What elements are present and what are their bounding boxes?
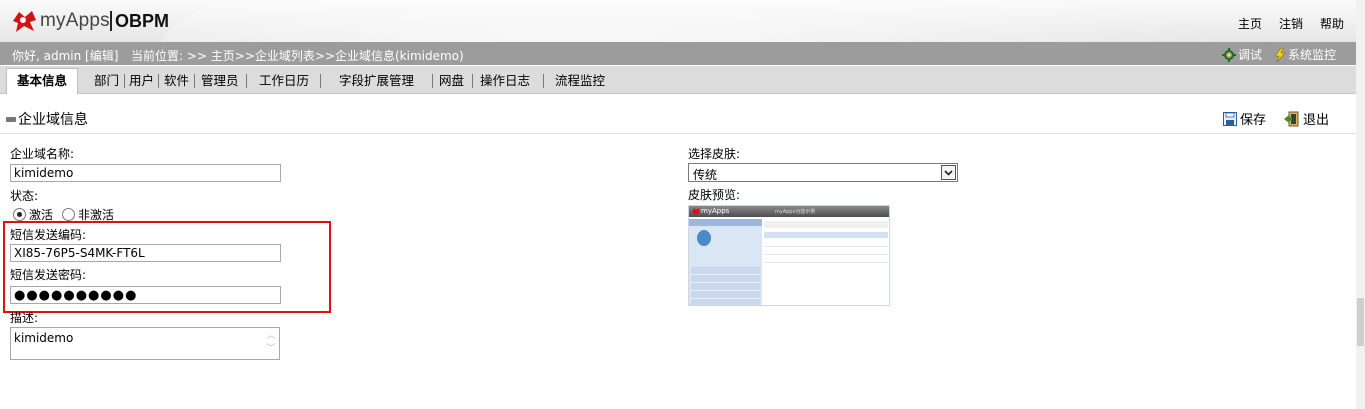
brand-separator [110, 11, 112, 31]
preview-table-line [764, 246, 888, 247]
tab-separator [543, 74, 544, 88]
skin-preview-label: 皮肤预览: [688, 188, 741, 202]
section-title: 企业域信息 [6, 109, 88, 129]
logo-icon [13, 11, 36, 32]
tab-separator [432, 74, 433, 88]
preview-menu-row [691, 291, 760, 299]
preview-menu-row [691, 275, 760, 283]
lightning-icon [1274, 47, 1286, 62]
tab-basic-info[interactable]: 基本信息 [6, 68, 79, 94]
status-active-radio[interactable] [13, 208, 26, 221]
logout-link[interactable]: 注销 [1279, 15, 1303, 32]
top-links: 主页 注销 帮助 [1238, 15, 1344, 32]
tab-separator [158, 74, 159, 88]
help-link[interactable]: 帮助 [1320, 15, 1344, 32]
tab-process-monitor[interactable]: 流程监控 [555, 69, 605, 93]
description-value: kimidemo [14, 331, 74, 345]
domain-name-label: 企业域名称: [10, 147, 75, 161]
tab-separator [472, 74, 473, 88]
pencil-icon [6, 116, 16, 122]
product-name: OBPM [115, 11, 169, 31]
preview-user-icon [697, 230, 711, 246]
skin-label: 选择皮肤: [688, 147, 741, 161]
tab-separator [320, 74, 321, 88]
scroll-down-icon: ﹀ [266, 344, 276, 354]
preview-header: myApps myApps功能示例 [689, 206, 889, 217]
tab-separator [194, 74, 195, 88]
description-label: 描述: [10, 311, 39, 325]
info-bar: 你好, admin [编辑] 当前位置: >> 主页>>企业域列表>>企业域信息… [0, 42, 1356, 65]
save-button[interactable]: 保存 [1222, 109, 1266, 128]
preview-menu-row [691, 267, 760, 275]
tab-admins[interactable]: 管理员 [201, 69, 239, 93]
tab-software[interactable]: 软件 [164, 69, 189, 93]
section-divider [0, 133, 1356, 134]
debug-label: 调试 [1237, 48, 1262, 62]
system-monitor-button[interactable]: 系统监控 [1274, 46, 1336, 63]
save-label: 保存 [1239, 113, 1266, 128]
preview-toolbar [764, 221, 888, 228]
domain-name-input[interactable] [10, 164, 281, 182]
exit-button[interactable]: 退出 [1283, 109, 1329, 128]
tab-departments[interactable]: 部门 [94, 69, 119, 93]
tab-users[interactable]: 用户 [129, 69, 154, 93]
highlight-box [3, 221, 331, 313]
app-header: myApps OBPM 主页 注销 帮助 [0, 0, 1365, 160]
preview-logo-icon [692, 208, 699, 215]
tab-netdisk[interactable]: 网盘 [439, 69, 464, 93]
preview-subtitle: myApps功能示例 [775, 209, 816, 215]
brand-name: myApps [40, 10, 110, 31]
tab-bar: 基本信息 部门 用户 软件 管理员 工作日历 字段扩展管理 网盘 操作日志 流程… [0, 66, 1356, 94]
tab-separator [246, 74, 247, 88]
save-icon [1222, 111, 1237, 126]
user-greeting[interactable]: 你好, admin [编辑] [12, 47, 118, 64]
status-inactive-radio[interactable] [62, 208, 76, 221]
breadcrumb: 当前位置: >> 主页>>企业域列表>>企业域信息(kimidemo) [131, 49, 464, 63]
gear-icon [1221, 47, 1236, 62]
preview-brand: myApps [701, 207, 730, 215]
exit-label: 退出 [1302, 113, 1329, 128]
preview-main [764, 219, 888, 305]
scroll-up-icon: ︿ [266, 331, 276, 341]
skin-select[interactable]: 传统 [688, 163, 958, 182]
skin-selected-value: 传统 [693, 168, 718, 182]
tab-separator [124, 74, 125, 88]
section-actions: 保存 退出 [1222, 109, 1329, 128]
tab-field-extension[interactable]: 字段扩展管理 [339, 69, 414, 93]
system-monitor-label: 系统监控 [1287, 48, 1336, 62]
section-title-text: 企业域信息 [18, 112, 88, 128]
tab-operation-log[interactable]: 操作日志 [480, 69, 530, 93]
preview-sidebar-header [689, 219, 762, 226]
preview-sidebar [689, 219, 762, 305]
preview-menu-row [691, 299, 760, 305]
status-label: 状态: [10, 189, 39, 203]
description-textarea[interactable]: kimidemo ︿ ﹀ [10, 327, 280, 360]
page-scrollbar[interactable] [1356, 0, 1365, 409]
textarea-scrollbar[interactable]: ︿ ﹀ [265, 330, 277, 358]
preview-table-line [764, 262, 888, 263]
tab-work-calendar[interactable]: 工作日历 [259, 69, 309, 93]
preview-menu-row [691, 283, 760, 291]
skin-preview-image: myApps myApps功能示例 [688, 205, 890, 306]
debug-button[interactable]: 调试 [1221, 46, 1262, 63]
scrollbar-thumb[interactable] [1357, 298, 1364, 346]
chevron-down-icon[interactable] [941, 165, 956, 180]
preview-table-header [764, 232, 888, 238]
exit-door-icon [1283, 111, 1299, 126]
preview-table-line [764, 254, 888, 255]
home-link[interactable]: 主页 [1238, 15, 1262, 32]
